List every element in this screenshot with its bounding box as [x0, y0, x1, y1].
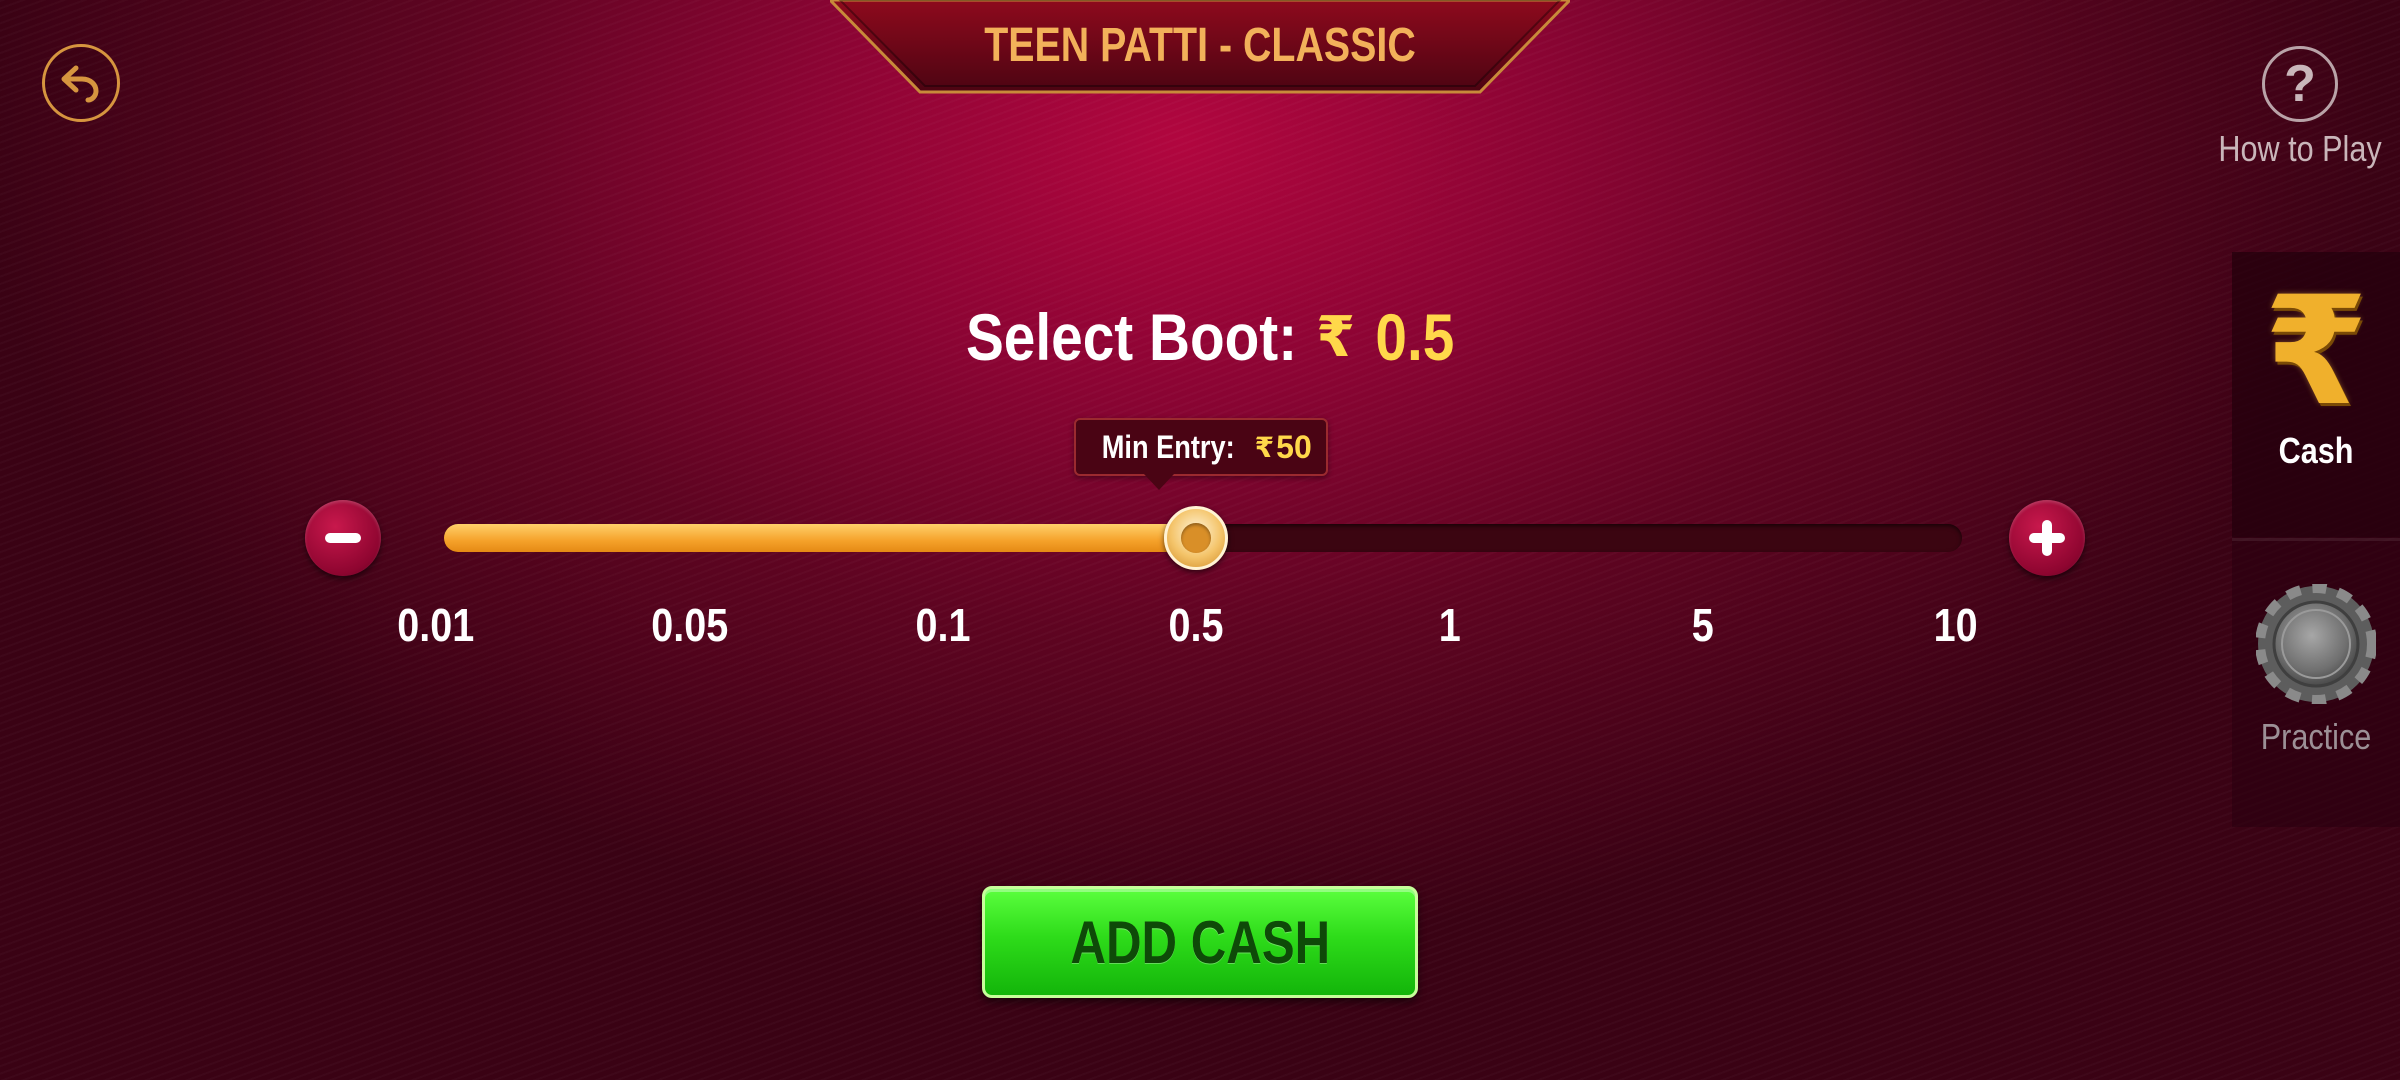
plus-icon: [2029, 520, 2065, 556]
boot-currency-symbol: ₹: [1316, 305, 1356, 368]
min-entry-tooltip: Min Entry: ₹ 50: [1074, 418, 1328, 490]
question-mark-icon: ?: [2262, 46, 2338, 122]
slider-thumb-center: [1181, 523, 1211, 553]
boot-tick-label[interactable]: 1: [1379, 598, 1519, 652]
tab-cash-label: Cash: [2278, 430, 2354, 471]
minus-icon: [325, 533, 361, 543]
min-entry-label: Min Entry:: [1101, 428, 1235, 465]
decrease-boot-button[interactable]: [305, 500, 381, 576]
min-entry-currency: ₹: [1254, 431, 1275, 463]
boot-tick-text: 0.01: [397, 599, 475, 651]
min-entry-value: 50: [1276, 428, 1312, 465]
select-boot-label: Select Boot:: [966, 300, 1298, 374]
boot-slider-thumb[interactable]: [1164, 506, 1228, 570]
add-cash-button[interactable]: ADD CASH: [982, 886, 1418, 998]
boot-tick-label[interactable]: 0.01: [366, 598, 506, 652]
increase-boot-button[interactable]: [2009, 500, 2085, 576]
boot-tick-labels: 0.01 0.05 0.1 0.5 1 5 10: [0, 598, 2400, 658]
boot-tick-text: 1: [1438, 599, 1461, 651]
tab-practice[interactable]: Practice: [2232, 542, 2400, 827]
tab-practice-label: Practice: [2260, 716, 2372, 757]
back-button[interactable]: [42, 44, 120, 122]
back-arrow-icon: [61, 65, 99, 103]
boot-slider-fill: [444, 524, 1196, 552]
boot-tick-label[interactable]: 0.5: [1126, 598, 1266, 652]
how-to-play-button[interactable]: ? How to Play: [2210, 46, 2390, 176]
select-boot-heading: Select Boot: ₹ 0.5: [0, 292, 2400, 382]
boot-tick-label[interactable]: 10: [1886, 598, 2026, 652]
boot-tick-label[interactable]: 0.05: [619, 598, 759, 652]
side-panel-divider: [2232, 538, 2400, 541]
boot-tick-label[interactable]: 0.1: [873, 598, 1013, 652]
boot-value: 0.5: [1375, 300, 1455, 374]
boot-tick-text: 5: [1691, 599, 1714, 651]
how-to-play-label: How to Play: [2218, 128, 2382, 169]
title-banner: TEEN PATTI - CLASSIC: [830, 0, 1570, 95]
add-cash-label: ADD CASH: [1070, 908, 1330, 976]
boot-tick-text: 0.05: [650, 599, 728, 651]
boot-tick-text: 0.5: [1168, 599, 1224, 651]
boot-tick-text: 0.1: [915, 599, 971, 651]
boot-tick-text: 10: [1933, 599, 1978, 651]
boot-tick-label[interactable]: 5: [1633, 598, 1773, 652]
page-title: TEEN PATTI - CLASSIC: [984, 18, 1416, 72]
